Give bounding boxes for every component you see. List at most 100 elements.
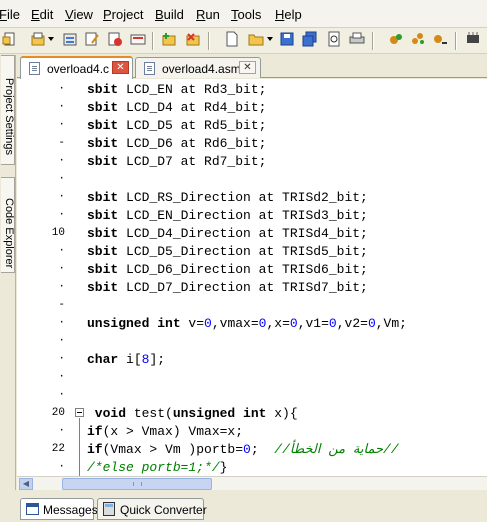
close-tab-icon[interactable]: ✕ xyxy=(112,61,129,74)
save-all-icon[interactable] xyxy=(302,31,318,47)
code-line[interactable]: · sbit LCD_RS_Direction at TRISd2_bit; xyxy=(17,189,487,207)
code-line[interactable]: · sbit LCD_D4 at Rd4_bit; xyxy=(17,99,487,117)
code-line[interactable]: · sbit LCD_D5_Direction at TRISd5_bit; xyxy=(17,243,487,261)
build-program-icon-graphic xyxy=(434,35,447,44)
open-project-icon[interactable] xyxy=(30,31,46,47)
code-text: sbit LCD_D4 at Rd4_bit; xyxy=(87,100,266,115)
scroll-left-icon[interactable]: ◀ xyxy=(19,478,33,490)
code-editor[interactable]: · sbit LCD_EN at Rd3_bit; · sbit LCD_D4 at … xyxy=(17,79,487,476)
code-text: void test(unsigned int x){ xyxy=(87,406,298,421)
build-all-icon[interactable] xyxy=(410,31,426,47)
print-preview-icon[interactable] xyxy=(326,31,342,47)
menu-run[interactable]: Run xyxy=(196,7,220,22)
code-line[interactable]: · xyxy=(17,333,487,351)
menu-project[interactable]: Project xyxy=(103,7,143,22)
add-file-icon[interactable] xyxy=(161,31,177,47)
horizontal-scrollbar[interactable]: ◀ xyxy=(17,476,487,490)
code-line[interactable]: · xyxy=(17,387,487,405)
code-line[interactable]: · if(x > Vmax) Vmax=x; xyxy=(17,423,487,441)
collapse-fold-icon[interactable] xyxy=(75,408,84,417)
code-token: 0 xyxy=(328,316,337,331)
project-options-icon[interactable] xyxy=(130,31,146,47)
scroll-thumb[interactable] xyxy=(62,478,212,490)
build-icon-graphic xyxy=(390,34,402,44)
code-text: char i[8]; xyxy=(87,352,165,367)
edit-project-icon[interactable] xyxy=(84,31,100,47)
program-mcu-icon[interactable] xyxy=(465,31,481,47)
toolbar xyxy=(0,28,487,54)
code-token: ,vmax= xyxy=(211,316,259,331)
project-settings-tab[interactable]: Project Settings xyxy=(1,55,15,165)
code-line[interactable]: · xyxy=(17,369,487,387)
code-token: sbit xyxy=(87,118,119,133)
code-token: LCD_D5_Direction at TRISd5_bit; xyxy=(118,244,368,259)
new-document-icon[interactable] xyxy=(224,31,240,47)
build-icon[interactable] xyxy=(388,31,404,47)
code-token: ,v2= xyxy=(336,316,368,331)
code-line[interactable]: · sbit LCD_EN_Direction at TRISd3_bit; xyxy=(17,207,487,225)
code-line[interactable]: 10 sbit LCD_D4_Direction at TRISd4_bit; xyxy=(17,225,487,243)
save-icon[interactable] xyxy=(279,31,295,47)
close-tab-icon[interactable]: ✕ xyxy=(239,61,256,74)
tab-overload4-c[interactable]: overload4.c ✕ xyxy=(20,56,133,79)
line-number: · xyxy=(58,83,65,95)
quick-converter-tab-label: Quick Converter xyxy=(120,503,207,517)
toolbar-separator xyxy=(372,32,374,50)
menu-build[interactable]: Build xyxy=(155,7,184,22)
code-line[interactable]: · sbit LCD_D7_Direction at TRISd7_bit; xyxy=(17,279,487,297)
line-number: · xyxy=(58,245,65,257)
new-file-icon[interactable] xyxy=(2,31,18,47)
line-number: · xyxy=(58,389,65,401)
code-token: //حماية من الخطأ// xyxy=(274,442,399,457)
line-number: · xyxy=(58,173,65,185)
build-program-icon[interactable] xyxy=(432,31,448,47)
code-line[interactable]: · xyxy=(17,171,487,189)
menu-tools[interactable]: Tools xyxy=(231,7,261,22)
code-explorer-tab[interactable]: Code Explorer xyxy=(1,177,15,273)
tab-label: overload4.asm xyxy=(162,62,241,76)
open-folder-icon[interactable] xyxy=(248,31,264,47)
code-text: sbit LCD_D5 at Rd5_bit; xyxy=(87,118,266,133)
tab-quick-converter[interactable]: Quick Converter xyxy=(97,498,207,520)
code-line[interactable]: · sbit LCD_D5 at Rd5_bit; xyxy=(17,117,487,135)
code-line[interactable]: - xyxy=(17,297,487,315)
tab-overload4-asm[interactable]: overload4.asm ✕ xyxy=(135,57,261,78)
code-token: sbit xyxy=(87,100,119,115)
code-line[interactable]: 22 if(Vmax > Vm )portb=0; //حماية من الخط… xyxy=(17,441,487,459)
menu-help[interactable]: Help xyxy=(275,7,302,22)
code-line[interactable]: · sbit LCD_D7 at Rd7_bit; xyxy=(17,153,487,171)
code-line[interactable]: 20 void test(unsigned int x){ xyxy=(17,405,487,423)
code-text: sbit LCD_EN at Rd3_bit; xyxy=(87,82,266,97)
project-options-icon-graphic xyxy=(130,34,146,45)
side-panel: Project Settings Code Explorer xyxy=(0,55,16,522)
remove-file-icon[interactable] xyxy=(185,31,201,47)
line-number: · xyxy=(58,353,65,365)
menu-file[interactable]: File xyxy=(0,7,20,22)
code-token: /*else portb=1;*/ xyxy=(87,460,220,475)
line-number: · xyxy=(58,101,65,113)
new-document-icon-graphic xyxy=(226,31,238,47)
code-line[interactable]: · unsigned int v=0,vmax=0,x=0,v1=0,v2=0,V… xyxy=(17,315,487,333)
menu-edit[interactable]: Edit xyxy=(31,7,53,22)
code-line[interactable]: · /*else portb=1;*/} xyxy=(17,459,487,476)
editor-tab-bar: overload4.c ✕ overload4.asm ✕ xyxy=(17,55,487,79)
code-token: x){ xyxy=(266,406,298,421)
print-preview-icon-graphic xyxy=(328,31,340,47)
code-token: sbit xyxy=(87,190,119,205)
code-token: sbit xyxy=(87,262,119,277)
line-number: - xyxy=(58,299,65,311)
project-manager-icon[interactable] xyxy=(62,31,78,47)
close-project-icon[interactable] xyxy=(107,31,123,47)
code-token: LCD_D6 at Rd6_bit; xyxy=(118,136,267,151)
dropdown-arrow-icon[interactable] xyxy=(267,37,273,41)
code-line[interactable]: · sbit LCD_EN at Rd3_bit; xyxy=(17,81,487,99)
print-icon[interactable] xyxy=(349,31,365,47)
menu-view[interactable]: View xyxy=(65,7,93,22)
toolbar-separator xyxy=(455,32,457,50)
code-line[interactable]: · sbit LCD_D6_Direction at TRISd6_bit; xyxy=(17,261,487,279)
code-token: sbit xyxy=(87,244,119,259)
code-line[interactable]: · char i[8]; xyxy=(17,351,487,369)
code-line[interactable]: - sbit LCD_D6 at Rd6_bit; xyxy=(17,135,487,153)
tab-messages[interactable]: Messages xyxy=(20,498,98,520)
dropdown-arrow-icon[interactable] xyxy=(48,37,54,41)
